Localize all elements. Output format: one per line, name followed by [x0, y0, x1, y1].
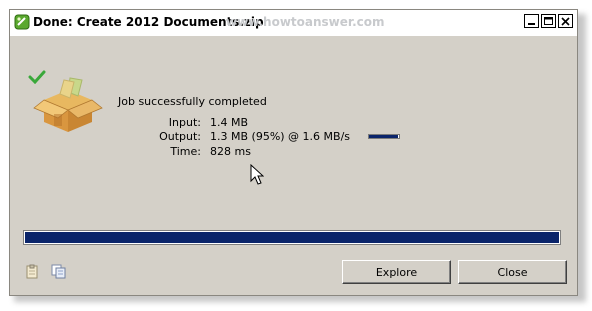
dialog-window: Done: Create 2012 Documents.zip www.howt… [9, 9, 578, 296]
input-label: Input: [168, 116, 201, 129]
title-bar[interactable]: Done: Create 2012 Documents.zip www.howt… [10, 10, 577, 36]
progress-bar-fill [25, 232, 559, 243]
compression-ratio-bar [368, 134, 400, 139]
output-value: 1.3 MB (95%) @ 1.6 MB/s [210, 130, 351, 143]
input-value: 1.4 MB [210, 116, 249, 129]
close-button[interactable]: Close [458, 260, 567, 284]
close-icon [561, 17, 570, 26]
watermark-text: www.howtoanswer.com [226, 15, 385, 29]
time-label: Time: [170, 145, 201, 158]
status-message: Job successfully completed [118, 95, 267, 108]
compression-ratio-fill [369, 135, 398, 138]
minimize-button[interactable] [524, 14, 539, 28]
checkmark-icon [28, 70, 46, 84]
clipboard-icon[interactable] [25, 264, 40, 279]
app-icon[interactable] [14, 14, 30, 30]
maximize-icon [544, 17, 553, 25]
close-window-button[interactable] [558, 14, 573, 28]
time-value: 828 ms [210, 145, 251, 158]
mouse-cursor-icon [250, 164, 264, 185]
output-label: Output: [159, 130, 201, 143]
minimize-icon [528, 23, 535, 25]
copy-log-icon[interactable] [51, 264, 66, 279]
maximize-button[interactable] [541, 14, 556, 28]
progress-bar [23, 230, 561, 245]
explore-button[interactable]: Explore [342, 260, 451, 284]
